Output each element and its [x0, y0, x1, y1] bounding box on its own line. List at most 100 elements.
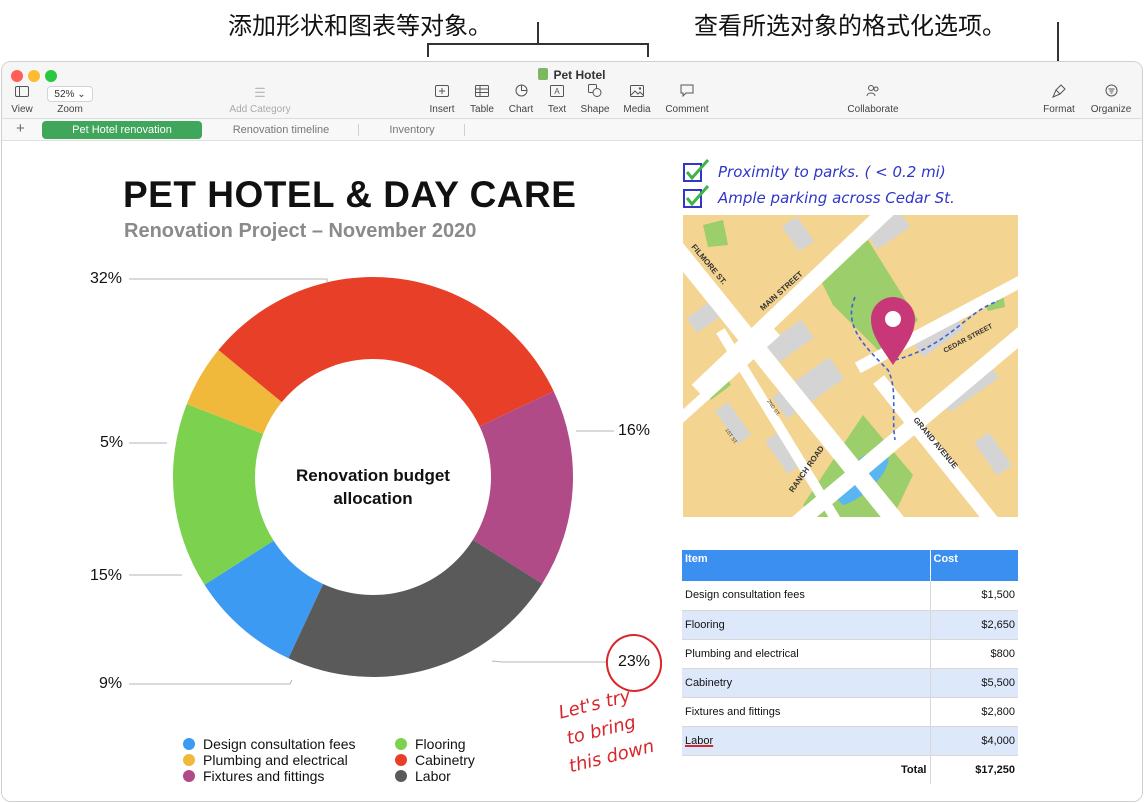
checklist-item: Proximity to parks. ( < 0.2 mi)	[718, 163, 946, 181]
zoom-control[interactable]: 52% ⌄ Zoom	[44, 84, 96, 115]
table-total-value[interactable]: $17,250	[929, 755, 1018, 784]
legend-label: Cabinetry	[415, 752, 475, 768]
text-label: Text	[547, 104, 567, 115]
photo-icon	[620, 84, 654, 102]
numbers-window: Pet Hotel View 52% ⌄ Zoom ☰ Add Category…	[1, 61, 1143, 802]
table-cell-cost[interactable]: $800	[929, 639, 1018, 669]
organize-label: Organize	[1090, 104, 1132, 115]
chart-center-label-line1: Renovation budget	[296, 466, 450, 485]
view-button[interactable]: View	[10, 84, 34, 115]
table-header-cost[interactable]: Cost	[929, 550, 1018, 581]
legend-item: Fixtures and fittings	[183, 768, 324, 784]
add-category-button[interactable]: ☰ Add Category	[224, 84, 296, 115]
zoom-label: Zoom	[57, 104, 83, 115]
table-row[interactable]: Flooring $2,650	[682, 610, 1018, 640]
callout-format-options: 查看所选对象的格式化选项。	[694, 12, 1006, 40]
table-cell-item[interactable]: Fixtures and fittings	[682, 697, 930, 727]
numbers-doc-icon	[538, 68, 549, 80]
insert-button[interactable]: Insert	[425, 84, 459, 115]
table-cell-item[interactable]: Cabinetry	[682, 668, 930, 698]
slice-leader-line	[129, 679, 293, 685]
legend-label: Flooring	[415, 736, 466, 752]
shape-button[interactable]: Shape	[578, 84, 612, 115]
tab-divider	[358, 124, 359, 136]
svg-text:A: A	[554, 87, 560, 96]
table-row[interactable]: Plumbing and electrical $800	[682, 639, 1018, 669]
table-row[interactable]: Design consultation fees $1,500	[682, 581, 1018, 611]
legend-swatch	[183, 754, 195, 766]
legend-label: Plumbing and electrical	[203, 752, 348, 768]
table-row[interactable]: Fixtures and fittings $2,800	[682, 697, 1018, 727]
tab-renovation-timeline[interactable]: Renovation timeline	[207, 121, 355, 139]
shape-label: Shape	[580, 104, 610, 115]
organize-icon	[1089, 84, 1133, 102]
table-cell-cost[interactable]: $4,000	[929, 726, 1018, 756]
table-total-label[interactable]: Total	[682, 755, 930, 784]
table-cell-item[interactable]: Design consultation fees	[682, 581, 930, 611]
legend-swatch	[183, 738, 195, 750]
callout-bracket-bar	[427, 43, 649, 45]
table-total-row[interactable]: Total $17,250	[682, 755, 1018, 784]
legend-swatch	[395, 770, 407, 782]
neighborhood-map[interactable]: FILMORE ST. MAIN STREET CEDAR STREET GRA…	[683, 215, 1018, 517]
chart-button[interactable]: Chart	[505, 84, 537, 115]
labor-text: Labor	[685, 734, 714, 747]
tab-divider	[464, 124, 465, 136]
insert-label: Insert	[429, 104, 455, 115]
sheet-canvas: PET HOTEL & DAY CARE Renovation Project …	[2, 142, 1142, 801]
table-cell-item[interactable]: Plumbing and electrical	[682, 639, 930, 669]
table-button[interactable]: Table	[466, 84, 498, 115]
comment-icon	[663, 84, 711, 102]
legend-label: Fixtures and fittings	[203, 768, 325, 784]
table-cell-item[interactable]: Flooring	[682, 610, 930, 640]
donut-slice-labor[interactable]	[288, 539, 543, 677]
slice-label-plumbing: 5%	[100, 434, 124, 451]
zoom-select[interactable]: 52% ⌄	[47, 86, 93, 102]
table-cell-cost[interactable]: $5,500	[929, 668, 1018, 698]
chart-icon	[505, 84, 537, 102]
collaborate-label: Collaborate	[847, 104, 899, 115]
table-cell-cost[interactable]: $2,650	[929, 610, 1018, 640]
sheet-tab-bar: + Pet Hotel renovation Renovation timeli…	[2, 119, 1142, 141]
checkbox-icon	[683, 159, 710, 182]
table-row[interactable]: Labor $4,000	[682, 726, 1018, 756]
format-button[interactable]: Format	[1040, 84, 1078, 115]
tab-inventory[interactable]: Inventory	[362, 121, 462, 139]
table-icon	[466, 84, 498, 102]
table-header-item[interactable]: Item	[682, 550, 930, 581]
add-category-label: Add Category	[229, 104, 291, 115]
checklist-item: Ample parking across Cedar St.	[718, 189, 955, 207]
text-box-icon: A	[542, 84, 572, 102]
table-cell-cost[interactable]: $2,800	[929, 697, 1018, 727]
add-sheet-button[interactable]: +	[16, 120, 25, 137]
comment-button[interactable]: Comment	[663, 84, 711, 115]
callout-insert-objects: 添加形状和图表等对象。	[228, 12, 492, 40]
table-label: Table	[470, 104, 494, 115]
toolbar: Pet Hotel View 52% ⌄ Zoom ☰ Add Category…	[2, 62, 1142, 119]
chart-center-label-line2: allocation	[333, 489, 412, 508]
chevron-down-icon: ⌄	[77, 89, 86, 100]
collaborate-icon	[844, 84, 902, 102]
list-icon: ☰	[254, 85, 266, 100]
slice-label-fixtures: 16%	[618, 422, 651, 439]
paintbrush-icon	[1040, 84, 1078, 102]
format-label: Format	[1043, 104, 1075, 115]
tab-pet-hotel-renovation[interactable]: Pet Hotel renovation	[42, 121, 202, 139]
checkbox-icon	[683, 185, 710, 208]
legend-label: Design consultation fees	[203, 736, 356, 752]
collaborate-button[interactable]: Collaborate	[844, 84, 902, 115]
legend-item: Design consultation fees	[183, 736, 356, 752]
table-cell-item[interactable]: Labor	[682, 726, 930, 756]
legend-item: Flooring	[395, 736, 466, 752]
media-button[interactable]: Media	[620, 84, 654, 115]
table-row[interactable]: Cabinetry $5,500	[682, 668, 1018, 698]
organize-button[interactable]: Organize	[1089, 84, 1133, 115]
shape-icon	[578, 84, 612, 102]
cost-table[interactable]: Item Cost Design consultation fees $1,50…	[682, 550, 1018, 784]
table-cell-cost[interactable]: $1,500	[929, 581, 1018, 611]
view-label: View	[11, 104, 33, 115]
legend-item: Plumbing and electrical	[183, 752, 348, 768]
text-button[interactable]: A Text	[542, 84, 572, 115]
callout-bracket-left	[427, 43, 429, 57]
slice-label-labor: 23%	[618, 653, 651, 670]
